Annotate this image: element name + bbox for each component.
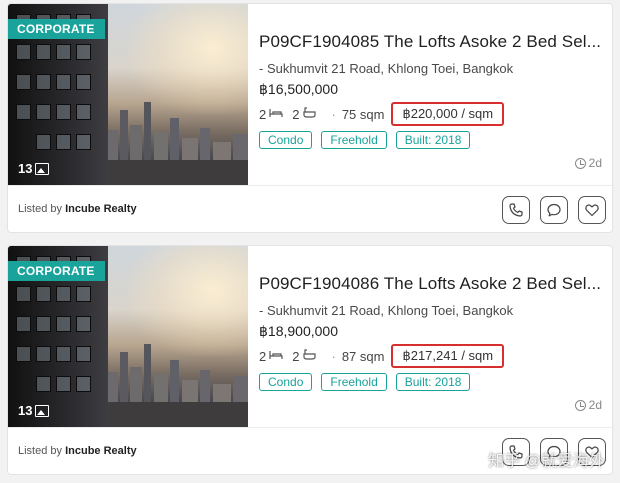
tag-tenure[interactable]: Freehold <box>321 373 387 391</box>
phone-icon <box>509 203 523 217</box>
agency-name[interactable]: Incube Realty <box>65 203 137 215</box>
tag-list: Condo Freehold Built: 2018 <box>259 373 609 391</box>
bath-count: 2 <box>292 106 300 122</box>
heart-icon <box>585 204 599 217</box>
listing-address: - Sukhumvit 21 Road, Khlong Toei, Bangko… <box>259 303 514 318</box>
listing-price: ฿16,500,000 <box>259 81 338 97</box>
posted-time: 2d <box>574 156 602 170</box>
clock-icon <box>574 399 586 411</box>
listed-by: Listed by Incube Realty <box>18 203 137 215</box>
tag-property-type[interactable]: Condo <box>259 131 313 149</box>
image-icon <box>35 162 50 175</box>
listing-footer: Listed by Incube Realty <box>8 185 612 232</box>
corporate-badge: CORPORATE <box>8 261 105 281</box>
listing-photo[interactable]: CORPORATE 13 <box>8 4 248 185</box>
photo-count[interactable]: 13 <box>18 161 50 176</box>
photo-count[interactable]: 13 <box>18 403 50 418</box>
tag-list: Condo Freehold Built: 2018 <box>259 131 609 149</box>
listing-stats: 2 2 · 75 sqm ฿220,000 / sqm <box>259 102 609 126</box>
listing-info: P09CF1904086 The Lofts Asoke 2 Bed Sel..… <box>259 274 609 391</box>
area: 87 sqm <box>341 348 385 364</box>
listing-stats: 2 2 · 87 sqm ฿217,241 / sqm <box>259 344 609 368</box>
chat-icon <box>547 203 561 217</box>
tag-built-year[interactable]: Built: 2018 <box>395 131 471 149</box>
listed-by-prefix: Listed by <box>18 445 63 457</box>
bath-count: 2 <box>292 348 300 364</box>
listing-card[interactable]: CORPORATE 13 P09CF1904086 The Lofts Asok… <box>7 245 613 475</box>
price-per-sqm: ฿217,241 / sqm <box>391 344 505 368</box>
bed-icon <box>269 107 283 121</box>
listed-by: Listed by Incube Realty <box>18 445 137 457</box>
tag-built-year[interactable]: Built: 2018 <box>395 373 471 391</box>
listing-card[interactable]: CORPORATE 13 P09CF1904085 The Lofts Asok… <box>7 3 613 233</box>
listing-address: - Sukhumvit 21 Road, Khlong Toei, Bangko… <box>259 61 514 76</box>
area: 75 sqm <box>341 106 385 122</box>
bed-icon <box>269 349 283 363</box>
listing-title[interactable]: P09CF1904085 The Lofts Asoke 2 Bed Sel..… <box>259 32 607 52</box>
watermark: 知乎 @就爱海外 <box>488 453 605 470</box>
bath-icon <box>302 107 317 121</box>
posted-time: 2d <box>574 398 602 412</box>
listing-price: ฿18,900,000 <box>259 323 338 339</box>
price-per-sqm: ฿220,000 / sqm <box>391 102 505 126</box>
clock-icon <box>574 157 586 169</box>
tag-tenure[interactable]: Freehold <box>321 131 387 149</box>
tag-property-type[interactable]: Condo <box>259 373 313 391</box>
photo-count-value: 13 <box>18 161 33 176</box>
posted-value: 2d <box>588 156 602 170</box>
chat-button[interactable] <box>540 196 568 224</box>
listed-by-prefix: Listed by <box>18 203 63 215</box>
save-button[interactable] <box>578 196 606 224</box>
photo-count-value: 13 <box>18 403 33 418</box>
corporate-badge: CORPORATE <box>8 19 105 39</box>
listing-info: P09CF1904085 The Lofts Asoke 2 Bed Sel..… <box>259 32 609 149</box>
listing-photo[interactable]: CORPORATE 13 <box>8 246 248 427</box>
bed-count: 2 <box>259 106 267 122</box>
image-icon <box>35 404 50 417</box>
bath-icon <box>302 349 317 363</box>
listing-actions <box>502 196 606 224</box>
posted-value: 2d <box>588 398 602 412</box>
listing-title[interactable]: P09CF1904086 The Lofts Asoke 2 Bed Sel..… <box>259 274 607 294</box>
agency-name[interactable]: Incube Realty <box>65 445 137 457</box>
bed-count: 2 <box>259 348 267 364</box>
call-button[interactable] <box>502 196 530 224</box>
